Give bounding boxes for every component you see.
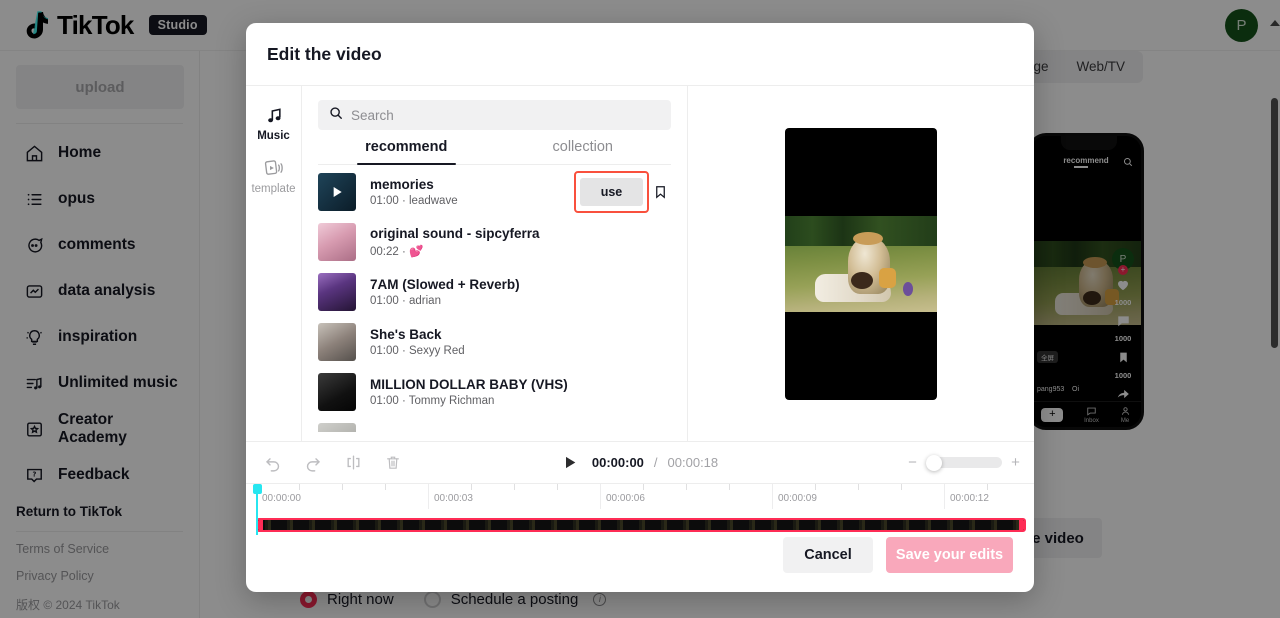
- template-icon: [246, 156, 301, 180]
- song-title: original sound - sipcyferra: [370, 226, 671, 241]
- preview-subject-hat: [853, 232, 883, 245]
- playhead-handle[interactable]: [253, 484, 262, 494]
- song-meta: 00:22 · 💕: [370, 244, 671, 258]
- video-preview-panel: [688, 86, 1034, 441]
- search-input[interactable]: [351, 108, 660, 123]
- save-your-edits-button[interactable]: Save your edits: [886, 537, 1013, 573]
- preview-basket: [879, 268, 896, 288]
- song-row[interactable]: MILLION DOLLAR BABY (VHS) 01:00 · Tommy …: [318, 367, 671, 417]
- app-root: TikTok Studio P upload Home opus: [0, 0, 1280, 618]
- song-title: 7AM (Slowed + Reverb): [370, 277, 671, 292]
- preview-flowers: [903, 282, 913, 296]
- song-title: MILLION DOLLAR BABY (VHS): [370, 377, 671, 392]
- song-meta: 01:00 · Tommy Richman: [370, 395, 671, 407]
- song-info: original sound - sipcyferra 00:22 · 💕: [370, 226, 671, 258]
- song-thumbnail: [318, 323, 356, 361]
- timeline-tools: [260, 450, 406, 476]
- undo-icon[interactable]: [260, 450, 286, 476]
- timeline-toolbar: 00:00:00 / 00:00:18 − +: [246, 441, 1034, 483]
- redo-icon[interactable]: [300, 450, 326, 476]
- ruler-label: 00:00:09: [778, 493, 817, 504]
- song-row[interactable]: original sound - sipcyferra 00:22 · 💕: [318, 217, 671, 267]
- song-row-partial[interactable]: [318, 417, 671, 432]
- song-row[interactable]: She's Back 01:00 · Sexyy Red: [318, 317, 671, 367]
- zoom-in-button[interactable]: +: [1011, 454, 1020, 471]
- timeline-ruler[interactable]: 00:00:00 00:00:03 00:00:06 00:00:09 00:0…: [246, 483, 1034, 509]
- time-separator: /: [654, 455, 658, 470]
- song-thumbnail: [318, 373, 356, 411]
- song-info: 7AM (Slowed + Reverb) 01:00 · adrian: [370, 277, 671, 307]
- search-box[interactable]: [318, 100, 671, 130]
- preview-subject-hair: [851, 272, 873, 289]
- song-thumbnail: [318, 423, 356, 432]
- total-time: 00:00:18: [668, 455, 719, 470]
- music-panel: recommend collection memories 01:00 · le…: [302, 86, 688, 441]
- music-tabs: recommend collection: [318, 139, 671, 165]
- song-thumbnail: [318, 173, 356, 211]
- song-row[interactable]: 7AM (Slowed + Reverb) 01:00 · adrian: [318, 267, 671, 317]
- song-thumbnail: [318, 273, 356, 311]
- zoom-slider[interactable]: [926, 457, 1002, 468]
- current-time: 00:00:00: [592, 455, 644, 470]
- song-meta: 01:00 · adrian: [370, 295, 671, 307]
- zoom-slider-knob[interactable]: [926, 455, 942, 471]
- song-meta: 01:00 · leadwave: [370, 195, 580, 207]
- play-icon[interactable]: [562, 454, 582, 471]
- use-button[interactable]: use: [580, 178, 643, 206]
- song-meta: 01:00 · Sexyy Red: [370, 345, 671, 357]
- use-button-wrapper: use: [580, 178, 643, 206]
- cancel-button[interactable]: Cancel: [783, 537, 873, 573]
- rail-item-template[interactable]: template: [246, 156, 301, 195]
- tab-collection[interactable]: collection: [495, 139, 672, 164]
- modal-body: Music template: [246, 86, 1034, 441]
- modal-tool-rail: Music template: [246, 86, 302, 441]
- ruler-label: 00:00:06: [606, 493, 645, 504]
- search-icon: [329, 106, 343, 125]
- ruler-label: 00:00:00: [262, 493, 301, 504]
- playhead-line: [256, 509, 258, 535]
- song-info: She's Back 01:00 · Sexyy Red: [370, 327, 671, 357]
- song-info: memories 01:00 · leadwave: [370, 177, 580, 207]
- ruler-label: 00:00:12: [950, 493, 989, 504]
- bookmark-icon[interactable]: [649, 183, 671, 201]
- rail-label-template: template: [246, 183, 301, 195]
- modal-header: Edit the video: [246, 23, 1034, 86]
- split-icon[interactable]: [340, 450, 366, 476]
- timeline-zoom-control: − +: [908, 454, 1020, 471]
- song-row[interactable]: memories 01:00 · leadwave use: [318, 167, 671, 217]
- delete-icon[interactable]: [380, 450, 406, 476]
- rail-item-music[interactable]: Music: [246, 103, 301, 142]
- preview-video-strip: [785, 216, 937, 312]
- video-preview[interactable]: [785, 128, 937, 400]
- song-thumbnail: [318, 223, 356, 261]
- playhead[interactable]: [256, 484, 258, 509]
- song-info: MILLION DOLLAR BABY (VHS) 01:00 · Tommy …: [370, 377, 671, 407]
- edit-video-modal: Edit the video Music: [246, 23, 1034, 592]
- rail-label-music: Music: [246, 130, 301, 142]
- song-list[interactable]: memories 01:00 · leadwave use: [318, 167, 671, 432]
- tab-recommend[interactable]: recommend: [318, 139, 495, 164]
- music-note-icon: [246, 103, 301, 127]
- ruler-label: 00:00:03: [434, 493, 473, 504]
- zoom-out-button[interactable]: −: [908, 454, 917, 471]
- song-title: She's Back: [370, 327, 671, 342]
- modal-footer: Cancel Save your edits: [246, 518, 1034, 592]
- modal-title: Edit the video: [267, 44, 382, 65]
- song-title: memories: [370, 177, 580, 192]
